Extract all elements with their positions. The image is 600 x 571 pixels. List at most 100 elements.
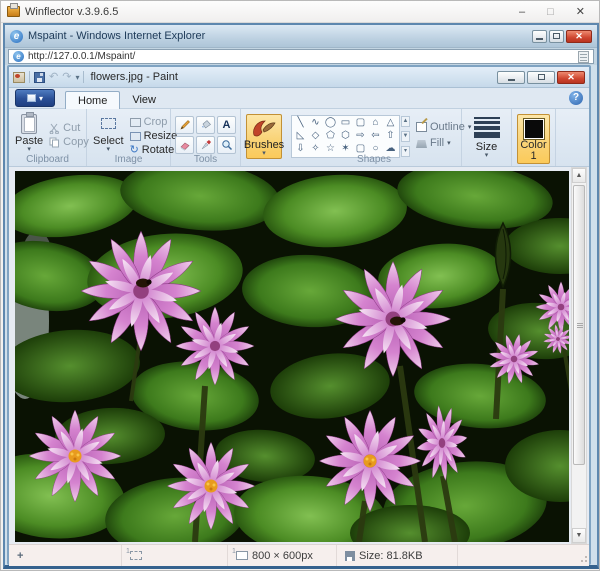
paste-caret-icon: ▾	[27, 147, 31, 152]
compatibility-view-icon[interactable]	[578, 51, 589, 63]
shape-arrow-up-icon[interactable]: ⇧	[383, 130, 398, 143]
shape-curve-icon[interactable]: ∿	[308, 117, 323, 130]
winflector-close-button[interactable]: ✕	[576, 5, 585, 19]
canvas-image[interactable]	[15, 171, 569, 542]
shapes-scroll-down-icon[interactable]: ▼	[401, 131, 410, 142]
group-clipboard: Paste ▾ Cut Copy	[9, 109, 87, 166]
url-text: http://127.0.0.1/Mspaint/	[28, 51, 135, 62]
color-picker-tool[interactable]	[196, 136, 215, 154]
brushes-button[interactable]: Brushes ▾	[246, 114, 282, 159]
shape-rounded-rectangle-icon[interactable]: ▢	[353, 117, 368, 130]
shape-oval-icon[interactable]: ◯	[323, 117, 338, 130]
group-image: Select ▾ Crop Resize	[87, 109, 171, 166]
tab-view[interactable]: View	[120, 91, 168, 108]
winflector-window: Winflector v.3.9.6.5 – □ ✕ e Mspaint - W…	[0, 0, 600, 571]
cut-button[interactable]: Cut	[49, 122, 89, 134]
magnifier-icon	[221, 139, 233, 151]
eraser-icon	[179, 139, 191, 151]
eraser-tool[interactable]	[175, 136, 194, 154]
url-input[interactable]: e http://127.0.0.1/Mspaint/	[8, 49, 594, 64]
status-spacer	[458, 545, 589, 566]
winflector-maximize-button[interactable]: □	[547, 5, 554, 19]
shape-rectangle-icon[interactable]: ▭	[338, 117, 353, 130]
group-colors: Color 1	[512, 109, 556, 166]
fill-tool[interactable]	[196, 116, 215, 134]
status-image-size: 800 × 600px	[228, 545, 337, 566]
ie-close-button[interactable]: ✕	[566, 30, 592, 43]
crop-icon	[130, 118, 141, 127]
size-icon	[474, 117, 500, 138]
select-caret-icon: ▾	[107, 147, 111, 152]
winflector-title: Winflector v.3.9.6.5	[25, 6, 118, 18]
shapes-grid: ╲ ∿ ◯ ▭ ▢ ⌂ △ ◺ ◇ ⬠ ⬡ ⇨ ⇦	[291, 115, 400, 158]
fill-bucket-icon	[200, 119, 212, 131]
cursor-position-icon: +	[17, 550, 23, 562]
color1-button[interactable]: Color 1	[517, 114, 550, 164]
vertical-scrollbar[interactable]: ▲ ▼	[571, 167, 587, 544]
paint-minimize-button[interactable]	[497, 71, 525, 84]
winflector-titlebar: Winflector v.3.9.6.5 – □ ✕	[1, 1, 599, 23]
text-tool[interactable]: A	[217, 116, 236, 134]
brush-icon	[251, 117, 277, 139]
select-button[interactable]: Select ▾	[89, 112, 128, 156]
resize-grip[interactable]	[579, 556, 587, 564]
undo-button[interactable]: ↶	[49, 72, 58, 83]
magnifier-tool[interactable]	[217, 136, 236, 154]
paint-app-icon	[13, 72, 25, 83]
selection-size-icon	[130, 551, 142, 560]
paint-close-button[interactable]: ✕	[557, 71, 585, 84]
tab-home[interactable]: Home	[65, 91, 120, 109]
eyedropper-icon	[200, 139, 212, 151]
scrollbar-down-icon[interactable]: ▼	[572, 528, 586, 543]
status-selection-size	[122, 545, 228, 566]
brushes-caret-icon: ▾	[262, 151, 266, 156]
disk-icon	[345, 551, 355, 561]
shape-pentagon-icon[interactable]: ⬠	[323, 130, 338, 143]
qat-customize-caret-icon[interactable]: ▾	[75, 73, 79, 82]
ie-maximize-button[interactable]	[549, 30, 564, 43]
paint-titlebar: ↶ ↷ ▾ flowers.jpg - Paint ✕	[9, 67, 589, 88]
pencil-icon	[179, 119, 191, 131]
shapes-scroll-up-icon[interactable]: ▲	[401, 116, 410, 127]
group-size: Size ▾	[462, 109, 512, 166]
shape-line-icon[interactable]: ╲	[293, 117, 308, 130]
scrollbar-thumb[interactable]	[573, 185, 585, 465]
quick-access-toolbar: ↶ ↷ ▾	[13, 71, 84, 83]
file-menu-icon	[27, 94, 36, 102]
winflector-minimize-button[interactable]: –	[519, 5, 525, 19]
file-menu-caret-icon: ▾	[39, 94, 43, 103]
ie-minimize-button[interactable]	[532, 30, 547, 43]
scrollbar-up-icon[interactable]: ▲	[572, 168, 586, 183]
status-cursor-position: +	[9, 545, 122, 566]
size-caret-icon: ▾	[485, 153, 489, 158]
file-menu-button[interactable]: ▾	[15, 89, 55, 107]
outline-icon	[416, 122, 427, 132]
ie-address-bar: e http://127.0.0.1/Mspaint/	[5, 48, 597, 65]
shape-triangle-icon[interactable]: △	[383, 117, 398, 130]
help-icon[interactable]: ?	[569, 91, 583, 105]
ie-titlebar: e Mspaint - Windows Internet Explorer ✕	[5, 25, 597, 48]
image-dimensions: 800 × 600px	[252, 550, 313, 562]
save-button[interactable]	[34, 72, 45, 83]
favicon-icon: e	[13, 51, 24, 62]
shape-right-triangle-icon[interactable]: ◺	[293, 130, 308, 143]
pencil-tool[interactable]	[175, 116, 194, 134]
shape-hexagon-icon[interactable]: ⬡	[338, 130, 353, 143]
group-tools: A Tools	[171, 109, 241, 166]
paint-window: ↶ ↷ ▾ flowers.jpg - Paint ✕ ▾ Home	[7, 65, 591, 565]
size-button[interactable]: Size ▾	[466, 114, 507, 161]
paste-button[interactable]: Paste ▾	[11, 112, 47, 154]
ribbon: Paste ▾ Cut Copy	[9, 109, 589, 167]
shape-diamond-icon[interactable]: ◇	[308, 130, 323, 143]
shape-arrow-left-icon[interactable]: ⇦	[368, 130, 383, 143]
shape-polygon-icon[interactable]: ⌂	[368, 117, 383, 130]
paste-icon	[21, 114, 37, 134]
shape-arrow-right-icon[interactable]: ⇨	[353, 130, 368, 143]
redo-button[interactable]: ↷	[62, 72, 71, 83]
paint-maximize-button[interactable]	[527, 71, 555, 84]
color1-swatch	[523, 118, 545, 140]
fill-icon	[416, 138, 427, 148]
copy-button[interactable]: Copy	[49, 136, 89, 148]
winflector-app-icon	[7, 6, 20, 17]
status-file-size: Size: 81.8KB	[337, 545, 458, 566]
